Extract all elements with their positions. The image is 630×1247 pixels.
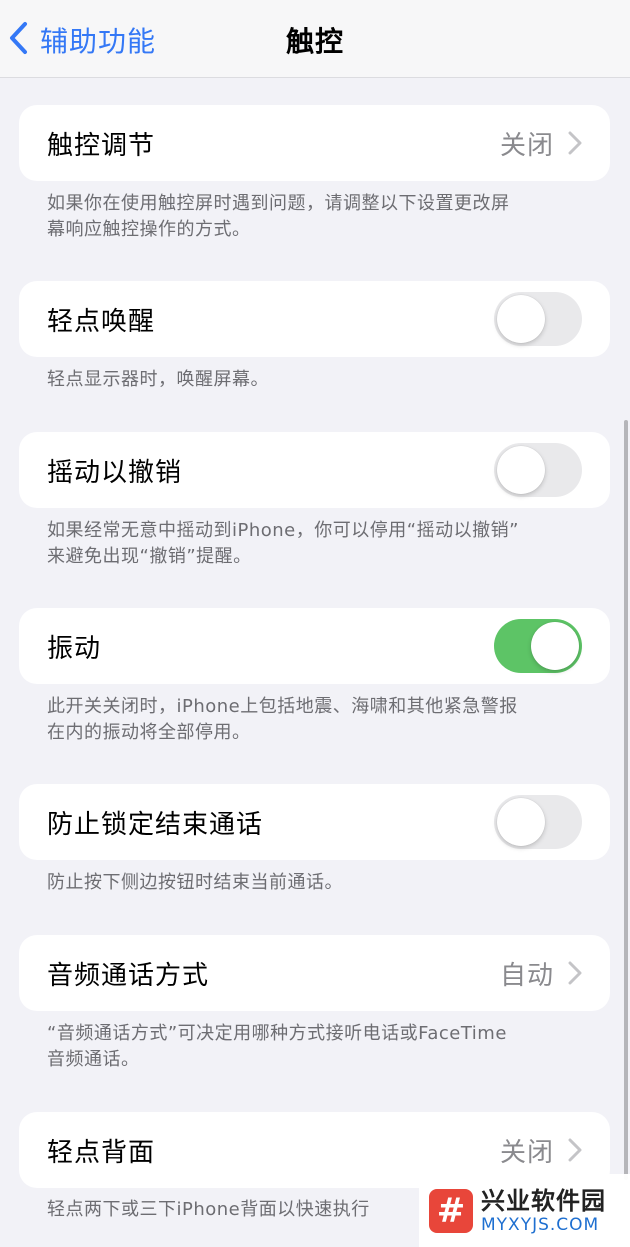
tap-to-wake-toggle[interactable] [494, 292, 582, 346]
toggle-knob [531, 622, 579, 670]
watermark-name: 兴业软件园 [481, 1186, 606, 1215]
watermark-url: MYXYJS.COM [481, 1214, 600, 1235]
footer-line: 幕响应触控操作的方式。 [47, 219, 251, 240]
prevent-lock-end-call-toggle[interactable] [494, 795, 582, 849]
toggle-knob [497, 295, 545, 343]
row-label: 摇动以撤销 [47, 457, 183, 488]
watermark-text: 兴业软件园 MYXYJS.COM [481, 1187, 606, 1235]
call-audio-routing-row[interactable]: 音频通话方式 自动 [19, 935, 610, 1011]
touch-accommodations-row[interactable]: 触控调节 关闭 [19, 105, 610, 181]
prevent-lock-end-call-row: 防止锁定结束通话 [19, 784, 610, 860]
chevron-right-icon [568, 961, 582, 985]
toggle-knob [497, 798, 545, 846]
call-audio-routing-footer: “音频通话方式”可决定用哪种方式接听电话或FaceTime 音频通话。 [47, 1021, 592, 1073]
row-label: 轻点唤醒 [47, 306, 156, 337]
footer-line: 如果你在使用触控屏时遇到问题，请调整以下设置更改屏 [47, 193, 510, 214]
row-value: 关闭 [499, 1137, 554, 1168]
chevron-right-icon [568, 1138, 582, 1162]
row-label: 音频通话方式 [47, 960, 210, 991]
tap-to-wake-row: 轻点唤醒 [19, 281, 610, 357]
site-watermark: # 兴业软件园 MYXYJS.COM [419, 1174, 630, 1247]
shake-to-undo-row: 摇动以撤销 [19, 432, 610, 508]
footer-line: “音频通话方式”可决定用哪种方式接听电话或FaceTime [47, 1023, 507, 1044]
footer-line: 防止按下侧边按钮时结束当前通话。 [47, 872, 343, 893]
tap-to-wake-footer: 轻点显示器时，唤醒屏幕。 [47, 367, 592, 393]
watermark-logo-icon: # [429, 1188, 473, 1233]
footer-line: 在内的振动将全部停用。 [47, 722, 251, 743]
scrollbar[interactable] [624, 420, 628, 1180]
shake-to-undo-footer: 如果经常无意中摇动到iPhone，你可以停用“摇动以撤销” 来避免出现“撤销”提… [47, 518, 592, 570]
footer-line: 此开关关闭时，iPhone上包括地震、海啸和其他紧急警报 [47, 696, 518, 717]
row-label: 触控调节 [47, 130, 156, 161]
navigation-bar: 辅助功能 触控 [0, 0, 630, 78]
footer-line: 轻点显示器时，唤醒屏幕。 [47, 369, 269, 390]
page-title: 触控 [285, 25, 344, 58]
row-value: 关闭 [499, 130, 554, 161]
row-label: 防止锁定结束通话 [47, 809, 264, 840]
vibration-row: 振动 [19, 608, 610, 684]
footer-line: 音频通话。 [47, 1049, 140, 1070]
row-label: 振动 [47, 633, 102, 664]
vibration-toggle[interactable] [494, 619, 582, 673]
row-label: 轻点背面 [47, 1137, 156, 1168]
touch-accommodations-footer: 如果你在使用触控屏时遇到问题，请调整以下设置更改屏 幕响应触控操作的方式。 [47, 191, 592, 243]
prevent-lock-end-call-footer: 防止按下侧边按钮时结束当前通话。 [47, 870, 592, 896]
row-value: 自动 [499, 960, 554, 991]
vibration-footer: 此开关关闭时，iPhone上包括地震、海啸和其他紧急警报 在内的振动将全部停用。 [47, 694, 592, 746]
footer-line: 来避免出现“撤销”提醒。 [47, 546, 252, 567]
shake-to-undo-toggle[interactable] [494, 443, 582, 497]
footer-line: 如果经常无意中摇动到iPhone，你可以停用“摇动以撤销” [47, 520, 519, 541]
toggle-knob [497, 446, 545, 494]
chevron-right-icon [568, 131, 582, 155]
